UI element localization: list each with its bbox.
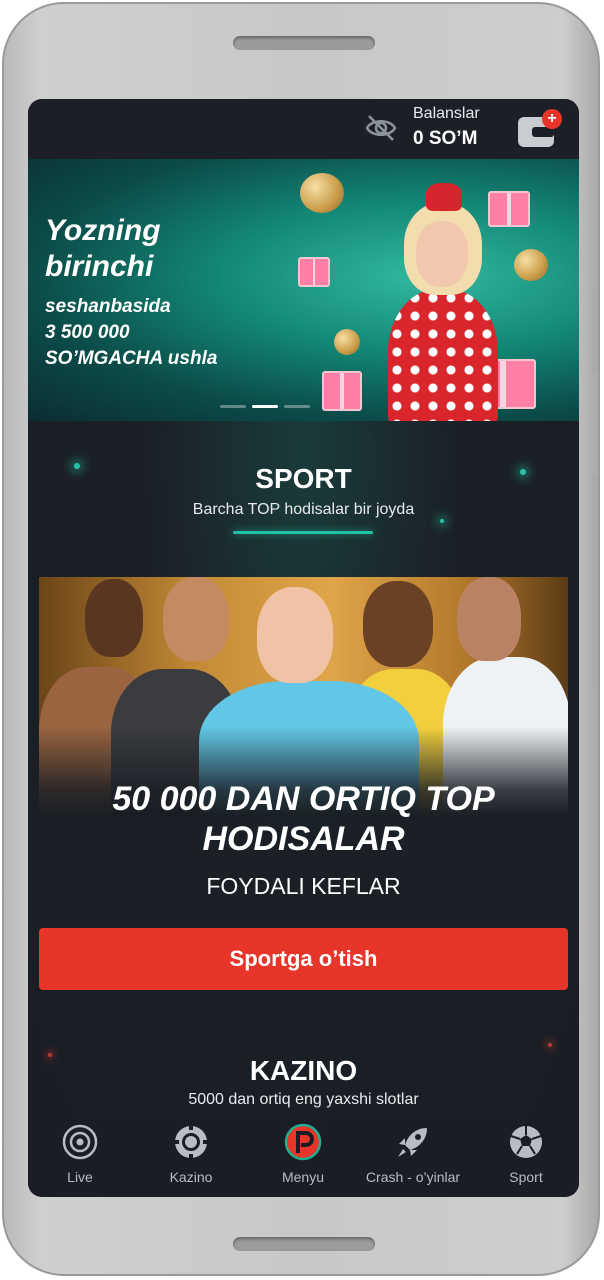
nav-item-crash[interactable]: Crash - o’yinlar <box>358 1123 468 1195</box>
athlete-head <box>457 577 521 661</box>
nav-label: Crash - o’yinlar <box>365 1169 461 1185</box>
wallet-button[interactable]: + <box>518 109 562 149</box>
gift-decoration <box>298 257 330 287</box>
nav-item-menyu[interactable]: Menyu <box>248 1123 358 1195</box>
gift-decoration <box>488 191 530 227</box>
nav-label: Live <box>67 1169 93 1185</box>
athlete-head <box>257 587 333 683</box>
plus-badge-icon: + <box>542 109 562 129</box>
athlete-head <box>363 581 433 667</box>
go-to-sport-button[interactable]: Sportga o’tish <box>39 928 568 990</box>
phone-frame: Balanslar 0 SO’M + Yozning birinchi sesh… <box>2 2 600 1276</box>
rocket-icon <box>398 1128 427 1157</box>
carousel-dot[interactable] <box>284 405 310 408</box>
volume-button <box>592 474 598 689</box>
chip-icon <box>173 1124 209 1160</box>
sparkle-decoration <box>440 519 444 523</box>
sport-section-title: SPORT <box>255 463 352 494</box>
bow-decoration <box>426 183 462 211</box>
section-underline <box>233 531 373 534</box>
nav-item-sport[interactable]: Sport <box>471 1123 579 1195</box>
kazino-section-subtitle: 5000 dan ortiq eng yaxshi slotlar <box>188 1091 419 1108</box>
model-figure <box>388 289 498 421</box>
power-button <box>592 286 598 374</box>
banner-subtitle-line: seshanbasida <box>45 296 171 317</box>
menu-logo-icon <box>284 1123 322 1161</box>
nav-item-live[interactable]: Live <box>28 1123 135 1195</box>
banner-title: Yozning birinchi <box>45 214 161 283</box>
banner-subtitle: seshanbasida 3 500 000 SO’MGACHA ushla <box>45 294 275 372</box>
coin-decoration <box>300 173 344 213</box>
sparkle-decoration <box>548 1043 552 1047</box>
sport-headline-line: HODISALAR <box>202 820 405 858</box>
coin-decoration <box>514 249 548 281</box>
top-bar: Balanslar 0 SO’M + <box>28 99 579 159</box>
model-face <box>416 221 468 287</box>
promo-banner[interactable]: Yozning birinchi seshanbasida 3 500 000 … <box>28 159 579 421</box>
nav-label: Menyu <box>281 1169 325 1185</box>
carousel-dot[interactable] <box>220 405 246 408</box>
balance-label: Balanslar <box>413 105 480 122</box>
coin-decoration <box>334 329 360 355</box>
sport-headline: 50 000 DAN ORTIQ TOP HODISALAR <box>28 779 579 859</box>
sport-headline-line: 50 000 DAN ORTIQ TOP <box>112 780 495 818</box>
nav-item-kazino[interactable]: Kazino <box>136 1123 246 1195</box>
balance-value[interactable]: 0 SO’M <box>413 128 477 150</box>
nav-label: Sport <box>509 1169 543 1185</box>
athlete-head <box>163 577 229 661</box>
eye-off-icon[interactable] <box>364 113 398 143</box>
carousel-indicator <box>220 395 316 413</box>
soccer-ball-icon <box>510 1126 542 1158</box>
app-screen: Balanslar 0 SO’M + Yozning birinchi sesh… <box>28 99 579 1197</box>
gift-decoration <box>322 371 362 411</box>
bottom-navigation: Live Kazino Menyu Crash - o’yinlar Sport <box>28 1115 579 1197</box>
banner-prize-amount: 3 500 000 <box>45 322 130 343</box>
earpiece-speaker <box>233 36 375 50</box>
odds-caption: FOYDALI KEFLAR <box>206 873 401 899</box>
carousel-dot-active[interactable] <box>252 405 278 408</box>
kazino-section-title: KAZINO <box>249 1055 358 1086</box>
bottom-speaker <box>233 1237 375 1251</box>
sport-section-subtitle: Barcha TOP hodisalar bir joyda <box>192 501 415 518</box>
banner-subtitle-line: SO’MGACHA ushla <box>45 348 218 369</box>
nav-label: Kazino <box>169 1169 213 1185</box>
live-icon <box>62 1124 98 1160</box>
athlete-head <box>85 579 143 657</box>
